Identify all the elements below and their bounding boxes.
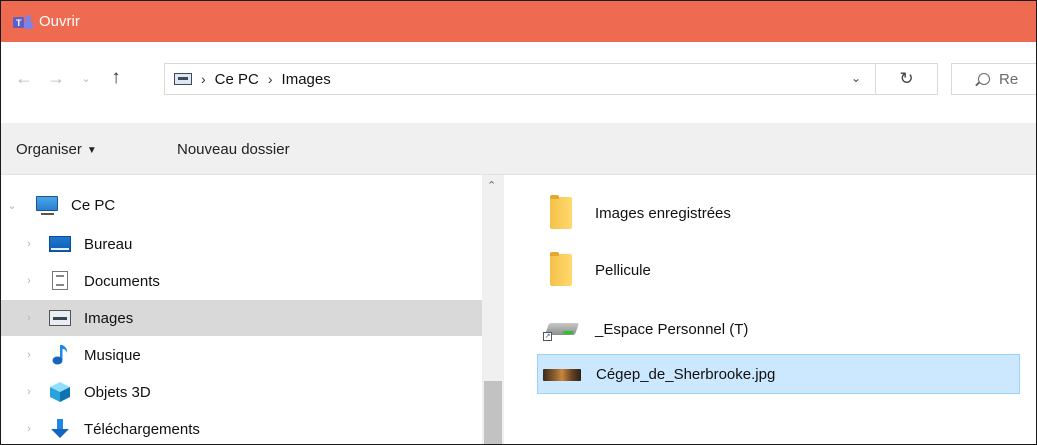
cube-3d-icon [49, 381, 71, 403]
new-folder-button[interactable]: Nouveau dossier [177, 141, 290, 158]
chevron-down-icon[interactable]: ⌄ [6, 199, 18, 212]
file-list-pane: Images enregistrées Pellicule ↗ _Espace … [504, 175, 1036, 444]
tree-item-bureau[interactable]: › Bureau [1, 226, 482, 262]
image-thumbnail-icon [543, 369, 581, 381]
navigation-bar: ← → ⌄ ↑ › Ce PC › Images ⌄ ↻ Re [1, 58, 1036, 100]
file-item-images-enregistrees[interactable]: Images enregistrées [537, 193, 1020, 233]
chevron-right-icon[interactable]: › [23, 312, 35, 324]
file-item-label: Pellicule [595, 261, 651, 279]
search-box[interactable]: Re [951, 63, 1036, 95]
caret-down-icon: ▼ [86, 145, 97, 156]
chevron-right-icon[interactable]: › [23, 275, 35, 287]
tree-item-images[interactable]: › Images [1, 300, 482, 336]
tree-item-label: Bureau [84, 235, 133, 253]
refresh-button[interactable]: ↻ [876, 63, 938, 95]
command-toolbar: Organiser ▼ Nouveau dossier [1, 123, 1036, 175]
tree-item-label: Documents [84, 272, 160, 290]
svg-text:T: T [16, 18, 22, 28]
refresh-icon: ↻ [899, 69, 914, 88]
teams-icon: T [13, 14, 35, 30]
chevron-down-icon[interactable]: ⌄ [79, 66, 93, 90]
chevron-right-icon[interactable]: › [23, 349, 35, 361]
tree-item-label: Images [84, 309, 134, 327]
tree-item-label: Téléchargements [84, 420, 200, 438]
arrow-left-icon[interactable]: ← [13, 66, 35, 90]
desktop-icon [49, 236, 71, 252]
arrow-up-icon[interactable]: ↑ [105, 66, 127, 90]
chevron-right-icon[interactable]: › [23, 238, 35, 250]
tree-item-label: Musique [84, 346, 141, 364]
monitor-icon [36, 196, 58, 215]
file-item-espace-personnel[interactable]: ↗ _Espace Personnel (T) [537, 309, 1020, 349]
download-arrow-icon [49, 418, 71, 440]
scrollbar-thumb[interactable] [484, 381, 502, 444]
document-icon [52, 271, 68, 290]
network-drive-icon: ↗ [543, 317, 580, 341]
folder-icon [550, 195, 572, 229]
tree-item-label: Ce PC [71, 196, 116, 214]
tree-item-label: Objets 3D [84, 383, 151, 401]
open-file-dialog: T Ouvrir ← → ⌄ ↑ › Ce PC › Images ⌄ ↻ Re [0, 0, 1037, 445]
title-bar: T Ouvrir [1, 1, 1036, 42]
file-item-cegep-de-sherbrooke[interactable]: Cégep_de_Sherbrooke.jpg [537, 354, 1020, 394]
scroll-up-arrow-icon[interactable]: ⌃ [487, 179, 496, 192]
music-note-icon [51, 344, 71, 366]
file-item-label: Images enregistrées [595, 204, 731, 222]
chevron-right-icon[interactable]: › [201, 71, 206, 87]
organise-label: Organiser [16, 141, 82, 158]
chevron-right-icon[interactable]: › [23, 386, 35, 398]
tree-item-objets-3d[interactable]: › Objets 3D [1, 374, 482, 410]
file-item-label: Cégep_de_Sherbrooke.jpg [596, 365, 776, 383]
navpane-scrollbar[interactable]: ⌃ [482, 175, 504, 444]
file-item-label: _Espace Personnel (T) [595, 320, 749, 338]
breadcrumb-images[interactable]: Images [282, 71, 331, 88]
folder-icon [550, 252, 572, 286]
tree-item-telechargements[interactable]: › Téléchargements [1, 411, 482, 444]
window-title: Ouvrir [39, 13, 80, 30]
chevron-right-icon[interactable]: › [23, 423, 35, 435]
tree-item-documents[interactable]: › Documents [1, 263, 482, 299]
images-library-icon [174, 73, 192, 85]
tree-item-ce-pc[interactable]: ⌄ Ce PC [1, 187, 482, 223]
file-item-pellicule[interactable]: Pellicule [537, 250, 1020, 290]
navigation-pane: ⌄ Ce PC › Bureau › Documents › Images › [1, 175, 504, 444]
address-bar[interactable]: › Ce PC › Images ⌄ [164, 63, 876, 95]
chevron-right-icon[interactable]: › [268, 71, 273, 87]
chevron-down-icon[interactable]: ⌄ [851, 71, 861, 85]
images-icon [49, 310, 71, 326]
arrow-right-icon[interactable]: → [45, 66, 67, 90]
search-placeholder: Re [999, 70, 1019, 88]
tree-item-musique[interactable]: › Musique [1, 337, 482, 373]
search-icon [978, 73, 990, 85]
organise-menu-button[interactable]: Organiser ▼ [16, 141, 97, 158]
breadcrumb-ce-pc[interactable]: Ce PC [215, 71, 259, 88]
